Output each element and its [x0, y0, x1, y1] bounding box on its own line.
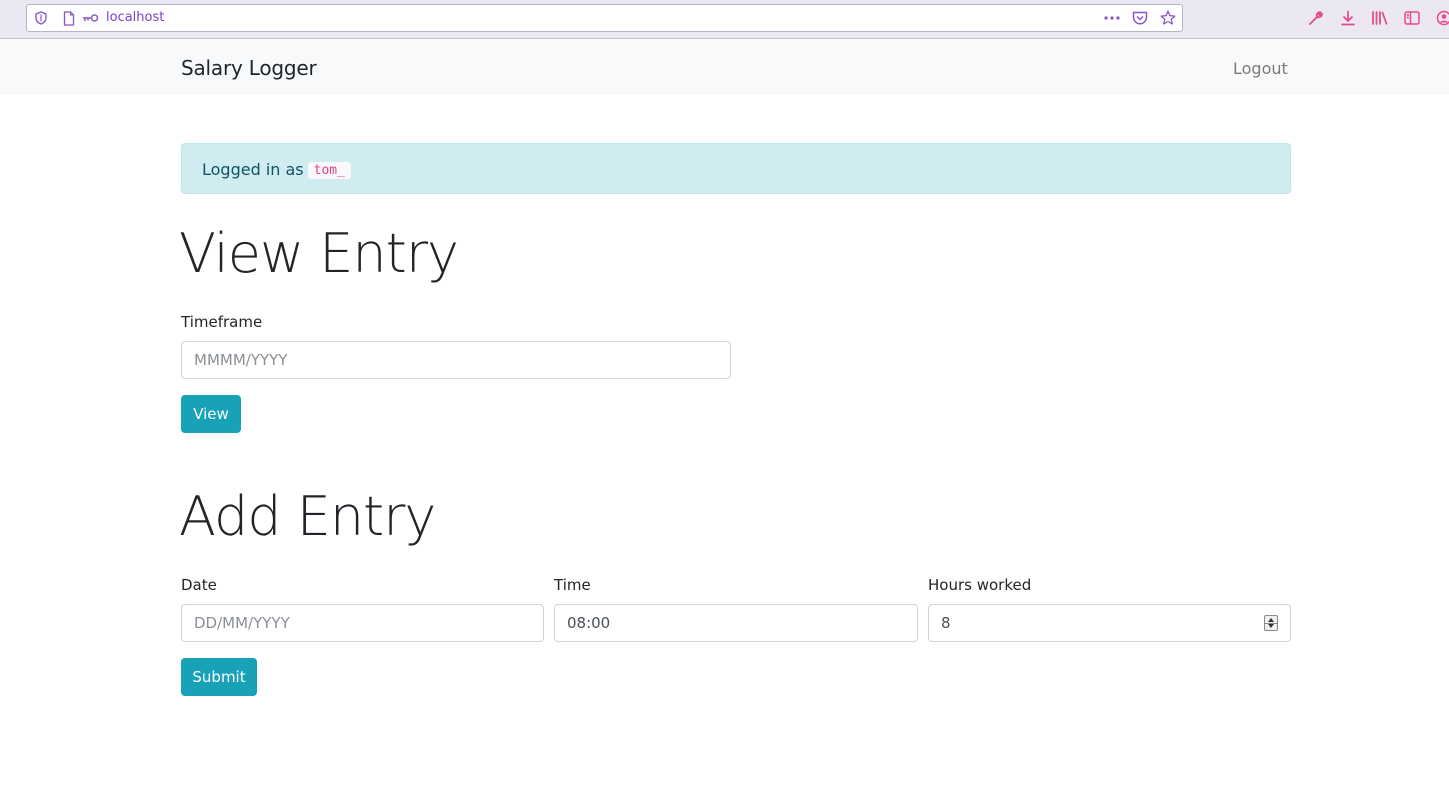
url-bar[interactable]: localhost [26, 4, 1183, 32]
alert-text: Logged in as tom_ [202, 160, 351, 179]
url-text[interactable]: localhost [106, 5, 164, 31]
star-icon[interactable] [1158, 5, 1178, 31]
hours-input[interactable]: 8 [928, 604, 1291, 642]
submit-button[interactable]: Submit [181, 658, 257, 696]
date-input[interactable]: DD/MM/YYYY [181, 604, 544, 642]
username-code: tom_ [307, 162, 351, 179]
alert-label: Logged in as [202, 160, 304, 179]
library-icon[interactable] [1370, 8, 1390, 28]
navbar-brand[interactable]: Salary Logger [181, 56, 317, 80]
logged-in-alert: Logged in as tom_ [181, 143, 1291, 194]
account-icon[interactable] [1434, 8, 1449, 28]
time-input[interactable]: 08:00 [554, 604, 918, 642]
sidebar-icon[interactable] [1402, 8, 1422, 28]
pocket-icon[interactable] [1130, 5, 1150, 31]
timeframe-label: Timeframe [181, 313, 263, 331]
date-label: Date [181, 576, 217, 594]
spinner-up-icon[interactable] [1268, 618, 1274, 622]
download-icon[interactable] [1338, 8, 1358, 28]
shield-icon[interactable] [33, 5, 49, 31]
date-placeholder: DD/MM/YYYY [194, 614, 290, 632]
spinner-down-icon[interactable] [1268, 624, 1274, 628]
navbar: Salary Logger Logout [0, 39, 1449, 95]
logout-link[interactable]: Logout [1233, 59, 1288, 78]
page-icon[interactable] [61, 5, 77, 31]
browser-toolbar: localhost [0, 0, 1449, 39]
hours-label: Hours worked [928, 576, 1032, 594]
key-icon[interactable] [81, 5, 99, 31]
hours-value: 8 [941, 614, 951, 632]
add-entry-heading: Add Entry [179, 485, 436, 548]
time-label: Time [554, 576, 591, 594]
time-value: 08:00 [567, 614, 611, 632]
more-icon[interactable] [1102, 5, 1122, 31]
view-entry-heading: View Entry [179, 222, 459, 285]
view-button[interactable]: View [181, 395, 241, 433]
timeframe-input[interactable]: MMMM/YYYY [181, 341, 731, 379]
timeframe-placeholder: MMMM/YYYY [194, 351, 288, 369]
number-spinner[interactable] [1264, 615, 1278, 631]
wrench-icon[interactable] [1306, 8, 1326, 28]
